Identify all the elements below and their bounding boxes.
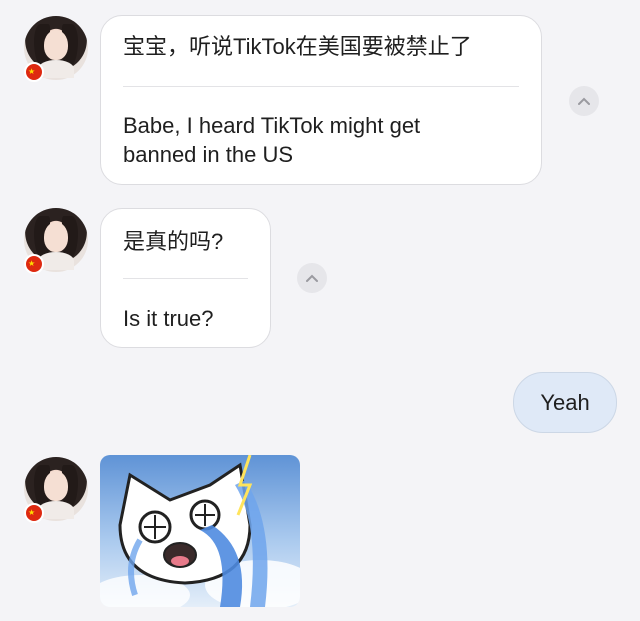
crying-cat-sticker[interactable] <box>100 455 300 607</box>
received-message-bubble[interactable]: 宝宝，听说TikTok在美国要被禁止了 Babe, I heard TikTok… <box>100 15 542 185</box>
contact-avatar[interactable]: ★ <box>24 457 88 523</box>
chevron-up-icon[interactable] <box>297 263 327 293</box>
contact-avatar[interactable]: ★ <box>24 208 88 274</box>
received-message-bubble[interactable]: 是真的吗? Is it true? <box>100 208 271 348</box>
chevron-up-icon[interactable] <box>569 86 599 116</box>
message-original-text: 是真的吗? <box>123 229 224 254</box>
contact-avatar[interactable]: ★ <box>24 16 88 82</box>
china-flag-icon: ★ <box>24 503 44 523</box>
message-original-text: 宝宝，听说TikTok在美国要被禁止了 <box>123 34 472 59</box>
china-flag-icon: ★ <box>24 254 44 274</box>
translation-divider <box>123 86 519 87</box>
message-translation-text: Babe, I heard TikTok might get banned in… <box>123 113 421 167</box>
china-flag-icon: ★ <box>24 62 44 82</box>
translation-divider <box>123 278 248 279</box>
message-translation-text: Is it true? <box>123 306 214 331</box>
sent-message-bubble[interactable]: Yeah <box>513 372 617 433</box>
